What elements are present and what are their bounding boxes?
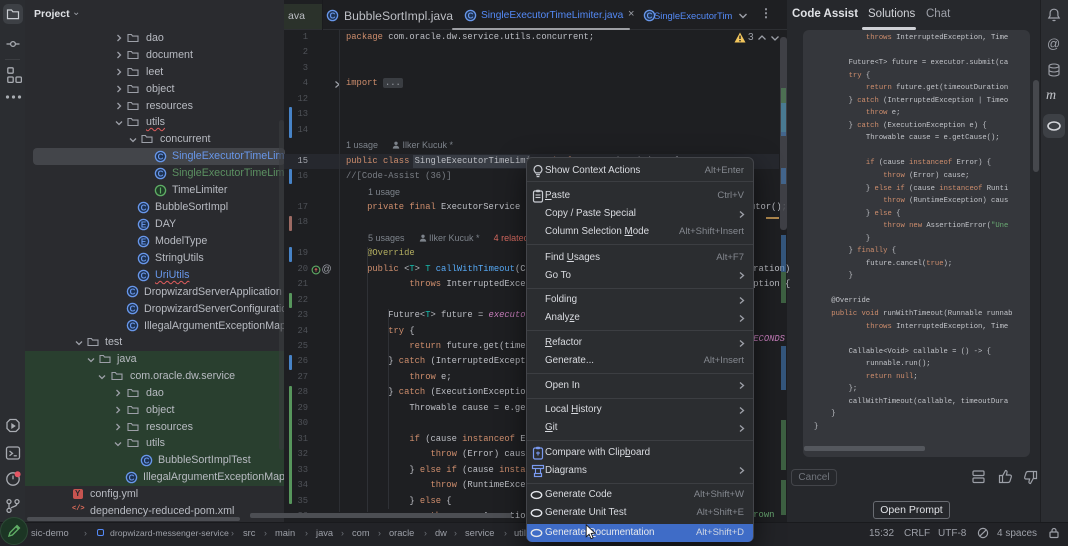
- svg-text:I: I: [159, 186, 161, 195]
- svg-text:E: E: [140, 220, 146, 229]
- svg-text:C: C: [129, 321, 135, 330]
- svg-text:C: C: [129, 304, 135, 313]
- svg-text:E: E: [140, 237, 146, 246]
- svg-text:C: C: [128, 473, 134, 482]
- svg-text:C: C: [129, 287, 135, 296]
- svg-text:C: C: [157, 152, 163, 161]
- svg-text:C: C: [329, 11, 335, 20]
- svg-text:C: C: [143, 456, 149, 465]
- svg-text:C: C: [140, 203, 146, 212]
- svg-text:C: C: [140, 254, 146, 263]
- svg-text:C: C: [157, 169, 163, 178]
- svg-text:C: C: [140, 271, 146, 280]
